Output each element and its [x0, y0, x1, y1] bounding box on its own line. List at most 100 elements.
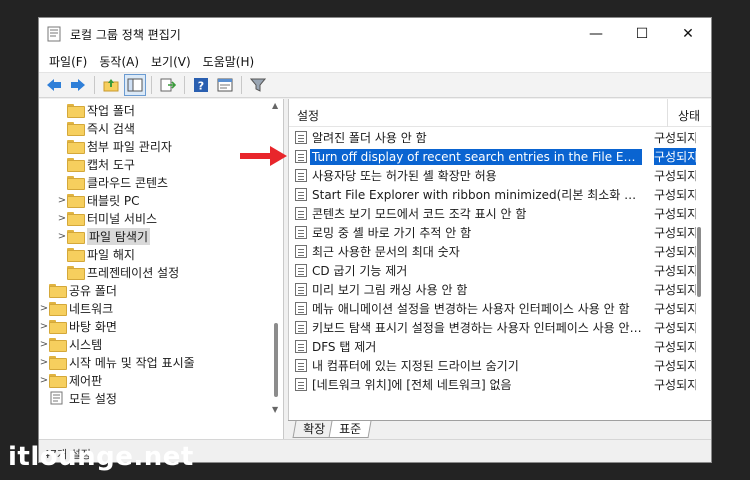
tree-item[interactable]: 프레젠테이션 설정: [57, 263, 179, 281]
policy-name: 알려진 폴더 사용 안 함: [312, 131, 427, 145]
tree-item[interactable]: > 태블릿 PC: [57, 191, 140, 209]
tree-item[interactable]: 공유 폴더: [39, 281, 117, 299]
policy-name: Start File Explorer with ribbon minimize…: [312, 188, 644, 202]
tree-item[interactable]: 즉시 검색: [57, 119, 135, 137]
menu-action[interactable]: 동작(A): [93, 53, 145, 70]
tree-item[interactable]: 클라우드 콘텐츠: [57, 173, 168, 191]
list-header: 설정 상태: [289, 99, 711, 127]
show-hide-tree-icon[interactable]: [124, 74, 146, 96]
policy-setting-icon: [295, 340, 307, 353]
tree-expander-icon[interactable]: >: [57, 213, 67, 224]
minimize-button[interactable]: —: [573, 18, 619, 50]
tree-expander-icon[interactable]: >: [57, 195, 67, 206]
tree-item-label: 클라우드 콘텐츠: [87, 175, 169, 190]
menu-help[interactable]: 도움말(H): [197, 53, 261, 70]
folder-icon: [67, 248, 85, 262]
policy-row[interactable]: 콘텐츠 보기 모드에서 코드 조각 표시 안 함 구성되지 않음: [293, 204, 696, 223]
tree-item-label: 바탕 화면: [69, 319, 117, 334]
tree-item[interactable]: > 파일 탐색기: [57, 227, 151, 245]
policy-row[interactable]: 사용자당 또는 허가된 셸 확장만 허용 구성되지 않음: [293, 166, 696, 185]
back-arrow-icon[interactable]: [43, 74, 65, 96]
tab-standard-label: 표준: [339, 422, 362, 436]
policy-name: 로밍 중 셸 바로 가기 추적 안 함: [312, 226, 472, 240]
folder-icon: [49, 374, 67, 388]
menu-view[interactable]: 보기(V): [145, 53, 197, 70]
tree-expander-icon[interactable]: >: [39, 339, 49, 350]
tree-item[interactable]: > 터미널 서비스: [57, 209, 157, 227]
scroll-down-icon[interactable]: ▼: [272, 405, 278, 414]
tree-item-label: 즉시 검색: [87, 121, 135, 136]
tree-expander-icon[interactable]: >: [39, 321, 49, 332]
tree-item[interactable]: > 시작 메뉴 및 작업 표시줄: [39, 353, 195, 371]
close-button[interactable]: ✕: [665, 18, 711, 50]
policy-row[interactable]: 메뉴 애니메이션 설정을 변경하는 사용자 인터페이스 사용 안 함 구성되지 않…: [293, 299, 696, 318]
policy-setting-icon: [295, 131, 307, 144]
tree-item[interactable]: 첨부 파일 관리자: [57, 137, 172, 155]
title-bar: 로컬 그룹 정책 편집기 — ☐ ✕: [39, 18, 711, 50]
tree-expander-icon[interactable]: >: [39, 375, 49, 386]
tree-item[interactable]: 모든 설정: [39, 389, 117, 407]
tree-item-label: 공유 폴더: [69, 283, 117, 298]
tree-expander-icon[interactable]: >: [39, 303, 49, 314]
policy-state: 구성되지 않음: [654, 226, 696, 240]
policy-row[interactable]: 알려진 폴더 사용 안 함 구성되지 않음: [293, 128, 696, 147]
tree-item-label: 캡처 도구: [87, 157, 135, 172]
help-icon[interactable]: ?: [190, 74, 212, 96]
policy-state: 구성되지 않음: [654, 378, 696, 392]
tree-item[interactable]: > 네트워크: [39, 299, 113, 317]
folder-icon: [67, 194, 85, 208]
policy-row[interactable]: 내 컴퓨터에 있는 지정된 드라이브 숨기기 구성되지 않음: [293, 356, 696, 375]
policy-state: 구성되지 않음: [654, 148, 696, 165]
window-title: 로컬 그룹 정책 편집기: [70, 28, 181, 42]
svg-text:?: ?: [198, 80, 204, 93]
policy-setting-icon: [295, 207, 307, 220]
column-header-state[interactable]: 상태: [678, 107, 700, 124]
tree-item[interactable]: > 시스템: [39, 335, 102, 353]
policy-setting-icon: [295, 359, 307, 372]
folder-icon: [67, 230, 85, 244]
main-content: ▲ ▼ 작업 폴더즉시 검색 첨부 파일 관리자캡처 도구클라우드 콘텐츠 > 태블릿…: [39, 99, 711, 439]
red-pointer-arrow-icon: [240, 146, 287, 166]
folder-icon: [49, 302, 67, 316]
policy-editor-app-icon: [47, 26, 61, 42]
policy-state: 구성되지 않음: [654, 264, 696, 278]
tree-expander-icon[interactable]: >: [39, 357, 49, 368]
policy-name: 미리 보기 그림 캐싱 사용 안 함: [312, 283, 468, 297]
settings-list[interactable]: 설정 상태 알려진 폴더 사용 안 함구성되지 않음Turn off displ…: [288, 99, 711, 420]
forward-arrow-icon[interactable]: [67, 74, 89, 96]
policy-row[interactable]: 미리 보기 그림 캐싱 사용 안 함 구성되지 않음: [293, 280, 696, 299]
tree-item-label: 터미널 서비스: [87, 211, 158, 226]
tree-item[interactable]: > 바탕 화면: [39, 317, 117, 335]
toolbar-divider: [94, 76, 95, 94]
tree-item[interactable]: 캡처 도구: [57, 155, 135, 173]
export-list-icon[interactable]: [157, 74, 179, 96]
policy-row[interactable]: DFS 탭 제거 구성되지 않음: [293, 337, 696, 356]
list-scroll-thumb[interactable]: [697, 227, 701, 297]
policy-row[interactable]: 로밍 중 셸 바로 가기 추적 안 함 구성되지 않음: [293, 223, 696, 242]
policy-row[interactable]: [네트워크 위치]에 [전체 네트워크] 없음 구성되지 않음: [293, 375, 696, 394]
tab-standard[interactable]: 표준: [328, 421, 372, 438]
column-divider[interactable]: [667, 99, 668, 127]
policy-row[interactable]: CD 굽기 기능 제거 구성되지 않음: [293, 261, 696, 280]
filter-icon[interactable]: [247, 74, 269, 96]
tree-item[interactable]: > 제어판: [39, 371, 102, 389]
tree-item-label: 시작 메뉴 및 작업 표시줄: [69, 355, 195, 370]
tree-expander-icon[interactable]: >: [57, 231, 67, 242]
folder-up-icon[interactable]: [100, 74, 122, 96]
maximize-button[interactable]: ☐: [619, 18, 665, 50]
policy-name: DFS 탭 제거: [312, 340, 377, 354]
properties-icon[interactable]: [214, 74, 236, 96]
tree-scroll-thumb[interactable]: [274, 323, 278, 397]
tree-item[interactable]: 파일 해지: [57, 245, 135, 263]
policy-row[interactable]: Turn off display of recent search entrie…: [293, 147, 696, 166]
menu-file[interactable]: 파일(F): [43, 53, 93, 70]
column-header-setting[interactable]: 설정: [297, 107, 319, 124]
policy-state: 구성되지 않음: [654, 245, 696, 259]
scroll-up-icon[interactable]: ▲: [272, 101, 278, 110]
policy-setting-icon: [295, 264, 307, 277]
policy-row[interactable]: Start File Explorer with ribbon minimize…: [293, 185, 696, 204]
tree-item[interactable]: 작업 폴더: [57, 101, 135, 119]
policy-row[interactable]: 최근 사용한 문서의 최대 숫자 구성되지 않음: [293, 242, 696, 261]
folder-icon: [49, 284, 67, 298]
policy-row[interactable]: 키보드 탐색 표시기 설정을 변경하는 사용자 인터페이스 사용 안 함 구성되지…: [293, 318, 696, 337]
